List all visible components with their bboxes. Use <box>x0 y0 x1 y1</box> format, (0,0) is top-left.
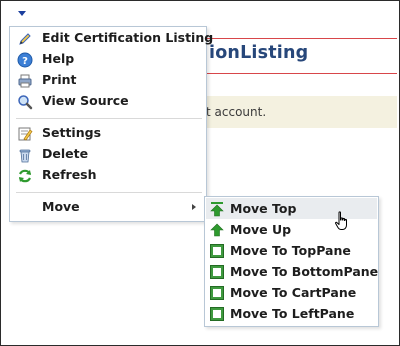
refresh-icon <box>19 169 31 183</box>
pencil-icon <box>19 33 31 45</box>
pane-icon <box>210 244 224 258</box>
submenu-item-label: Move To CartPane <box>230 285 357 300</box>
submenu-item-move-to-bottompane[interactable]: Move To BottomPane <box>206 261 379 282</box>
submenu-arrow-icon <box>192 204 196 210</box>
submenu-item-label: Move To LeftPane <box>230 306 355 321</box>
submenu-item-label: Move Up <box>230 222 292 237</box>
pane-icon <box>210 307 224 321</box>
submenu-item-label: Move To TopPane <box>230 243 351 258</box>
menu-item-delete[interactable]: Delete <box>10 144 206 165</box>
settings-icon <box>18 127 33 141</box>
menu-item-print[interactable]: Print <box>10 70 206 91</box>
submenu-item-label: Move Top <box>230 201 297 216</box>
menu-item-label: Move <box>42 199 80 214</box>
magnifier-icon <box>18 95 33 110</box>
menu-separator <box>16 118 202 119</box>
submenu-item-move-to-toppane[interactable]: Move To TopPane <box>206 240 377 261</box>
pane-icon <box>210 265 224 279</box>
title-rule-bottom <box>206 73 397 74</box>
menu-item-label: View Source <box>42 93 129 108</box>
menu-item-edit-certification-listing[interactable]: Edit Certification Listing <box>10 28 213 49</box>
info-text: t account. <box>206 105 267 119</box>
menu-item-label: Settings <box>42 125 102 140</box>
submenu-item-move-to-leftpane[interactable]: Move To LeftPane <box>206 303 377 324</box>
submenu-item-move-up[interactable]: Move Up <box>206 219 377 240</box>
menu-item-label: Refresh <box>42 167 97 182</box>
trash-icon <box>19 149 31 163</box>
hand-cursor-icon <box>335 211 347 230</box>
menu-item-label: Edit Certification Listing <box>42 30 214 45</box>
page-title: ionListing <box>209 43 309 63</box>
help-icon: ? <box>17 52 33 68</box>
menu-item-label: Print <box>42 72 77 87</box>
printer-icon <box>18 74 32 88</box>
svg-text:?: ? <box>22 56 28 67</box>
title-rule-top <box>206 38 397 39</box>
move-top-icon <box>210 202 224 217</box>
context-menu: Edit Certification Listing ? Help Print … <box>9 26 213 222</box>
menu-item-move[interactable]: Move <box>10 197 206 218</box>
move-submenu: Move Top Move Up Move To TopPane Move To… <box>204 196 379 327</box>
submenu-item-label: Move To BottomPane <box>230 264 379 279</box>
menu-item-settings[interactable]: Settings <box>10 123 206 144</box>
move-up-icon <box>210 223 224 237</box>
menu-separator <box>16 192 202 193</box>
submenu-item-move-top[interactable]: Move Top <box>206 198 377 219</box>
info-band: t account. <box>206 96 397 128</box>
submenu-item-move-to-cartpane[interactable]: Move To CartPane <box>206 282 377 303</box>
dropdown-arrow-icon[interactable] <box>18 11 26 16</box>
menu-item-label: Delete <box>42 146 89 161</box>
menu-item-view-source[interactable]: View Source <box>10 91 206 112</box>
menu-item-help[interactable]: ? Help <box>10 49 206 70</box>
menu-item-label: Help <box>42 51 75 66</box>
menu-item-refresh[interactable]: Refresh <box>10 165 206 186</box>
pane-icon <box>210 286 224 300</box>
